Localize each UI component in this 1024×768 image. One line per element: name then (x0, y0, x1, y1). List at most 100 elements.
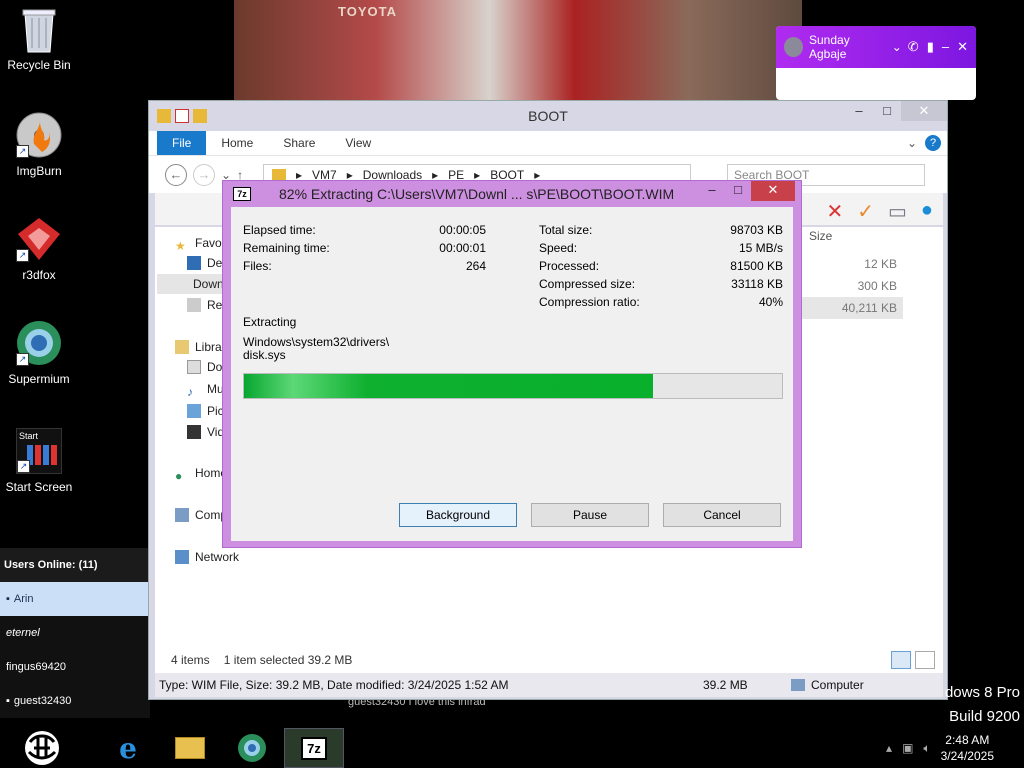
video-icon[interactable]: ▮ (927, 39, 934, 55)
close-button[interactable]: ✕ (751, 181, 795, 201)
user-row[interactable]: fingus69420 (0, 650, 150, 684)
nav-network[interactable]: Network (175, 547, 239, 567)
system-tray: ▴ ▣ 🔈︎ 2:48 AM 3/24/2025 (886, 728, 1024, 768)
user-row[interactable]: eternel (0, 616, 150, 650)
clock[interactable]: 2:48 AM 3/24/2025 (941, 732, 994, 764)
desktop-icon-start-screen[interactable]: Start ↗ Start Screen (0, 428, 78, 494)
status-label: Extracting (243, 315, 297, 329)
details-view-icon[interactable] (891, 651, 911, 669)
volume-icon[interactable]: 🔈︎ (923, 741, 930, 756)
chevron-down-icon[interactable]: ⌄ (892, 40, 902, 54)
desktop-icon (187, 256, 201, 270)
tab-view[interactable]: View (330, 131, 386, 155)
taskbar-supermium[interactable] (222, 728, 282, 768)
supermium-icon (238, 734, 266, 762)
tab-home[interactable]: Home (206, 131, 268, 155)
compression-ratio-label: Compression ratio: (539, 295, 640, 309)
network-icon[interactable]: ▣ (902, 741, 913, 755)
current-file-name: disk.sys (243, 348, 286, 362)
network-icon (175, 550, 189, 564)
explorer-titlebar[interactable]: BOOT – □ ✕ (149, 101, 947, 131)
taskbar-file-explorer[interactable] (160, 728, 220, 768)
caller-avatar (784, 37, 803, 57)
rename-icon[interactable]: ▭ (888, 199, 907, 224)
speed-label: Speed: (539, 241, 578, 255)
help-icon[interactable]: ? (925, 135, 941, 151)
processed-label: Processed: (539, 259, 600, 273)
folder-icon (272, 168, 286, 181)
user-name: Arin (13, 593, 34, 605)
extract-progress-dialog[interactable]: 7z 82% Extracting C:\Users\VM7\Downl ...… (222, 180, 802, 548)
check-icon[interactable]: ✓ (857, 199, 874, 224)
files-value: 264 (465, 259, 486, 273)
close-icon[interactable]: ✕ (957, 39, 968, 55)
pictures-icon (187, 404, 201, 418)
maximize-button[interactable]: □ (725, 181, 751, 201)
current-file-path: Windows\system32\drivers\ (243, 335, 390, 349)
users-online-panel: Users Online: (11) ▪ Arin eternel fingus6… (0, 548, 150, 718)
minimize-button[interactable]: – (699, 181, 725, 201)
expand-ribbon-chevron-icon[interactable]: ⌄ (907, 131, 917, 155)
globe-icon[interactable]: ● (921, 199, 933, 224)
7zip-icon: 7z (301, 736, 327, 760)
call-popup-bar: Sunday Agbaje ⌄ ✆ ▮ – ✕ (776, 26, 976, 68)
supermium-icon: ↗ (16, 320, 62, 366)
large-icons-view-icon[interactable] (915, 651, 935, 669)
desktop-icon-r3dfox[interactable]: ↗ r3dfox (0, 216, 78, 282)
remaining-value: 00:00:01 (439, 241, 486, 255)
selection-info: 1 item selected 39.2 MB (223, 653, 353, 667)
size-column-header[interactable]: Size (809, 229, 832, 243)
user-name: eternel (6, 627, 40, 639)
call-popup[interactable]: Sunday Agbaje ⌄ ✆ ▮ – ✕ (776, 26, 976, 100)
dialog-titlebar[interactable]: 7z 82% Extracting C:\Users\VM7\Downl ...… (223, 181, 801, 207)
minimize-button[interactable]: – (845, 101, 873, 121)
user-row[interactable]: ▪ guest32430 (0, 684, 150, 718)
phone-icon[interactable]: ✆ (908, 39, 919, 55)
tab-file[interactable]: File (157, 131, 207, 155)
background-button[interactable]: Background (399, 503, 517, 527)
recent-places-icon (187, 298, 201, 312)
delete-icon[interactable]: ✕ (826, 199, 843, 224)
background-video-stream: TOYOTA Sunday Agbaje ⌄ ✆ ▮ – ✕ (234, 0, 976, 100)
desktop-icon-recycle-bin[interactable]: Recycle Bin (0, 6, 78, 72)
plate-text: TOYOTA (338, 4, 397, 19)
taskbar-internet-explorer[interactable]: e (98, 728, 158, 768)
progress-fill (244, 374, 653, 398)
nav-label: Network (195, 550, 240, 564)
close-button[interactable]: ✕ (901, 101, 947, 121)
maximize-button[interactable]: □ (873, 101, 901, 121)
back-button[interactable]: ← (165, 163, 187, 186)
desktop-icon-label: r3dfox (22, 268, 56, 282)
forward-button[interactable]: → (193, 163, 215, 186)
user-row[interactable]: ▪ Arin (0, 582, 150, 616)
desktop-icon-imgburn[interactable]: ↗ ImgBurn (0, 112, 78, 178)
tab-share[interactable]: Share (268, 131, 330, 155)
progress-bar (243, 373, 783, 399)
item-count: 4 items (171, 653, 210, 667)
elapsed-value: 00:00:05 (439, 223, 486, 237)
file-size-info: 39.2 MB (703, 678, 748, 692)
cancel-button[interactable]: Cancel (663, 503, 781, 527)
dialog-title: 82% Extracting C:\Users\VM7\Downl ... s\… (279, 186, 675, 202)
minimize-icon[interactable]: – (942, 39, 949, 55)
internet-explorer-icon: e (119, 731, 137, 765)
desktop-icon-supermium[interactable]: ↗ Supermium (0, 320, 78, 386)
start-tile-text: Start (19, 431, 39, 441)
desktop-icon-label: Recycle Bin (7, 58, 71, 72)
clock-time: 2:48 AM (945, 733, 990, 747)
pause-button[interactable]: Pause (531, 503, 649, 527)
total-size-label: Total size: (539, 223, 593, 237)
compressed-size-value: 33118 KB (731, 277, 783, 291)
taskbar-7zip[interactable]: 7z (284, 728, 344, 768)
shortcut-arrow-icon: ↗ (17, 460, 30, 473)
start-button[interactable] (14, 728, 70, 768)
videos-icon (187, 425, 201, 439)
show-hidden-icons-icon[interactable]: ▴ (886, 741, 892, 755)
compressed-size-label: Compressed size: (539, 277, 636, 291)
caller-name: Sunday Agbaje (809, 33, 850, 61)
start-logo-icon (25, 731, 59, 765)
windows-build-text: Build 9200 (949, 708, 1020, 725)
details-bar: Type: WIM File, Size: 39.2 MB, Date modi… (155, 673, 943, 697)
user-name: fingus69420 (6, 661, 66, 673)
r3dfox-icon: ↗ (16, 216, 62, 262)
